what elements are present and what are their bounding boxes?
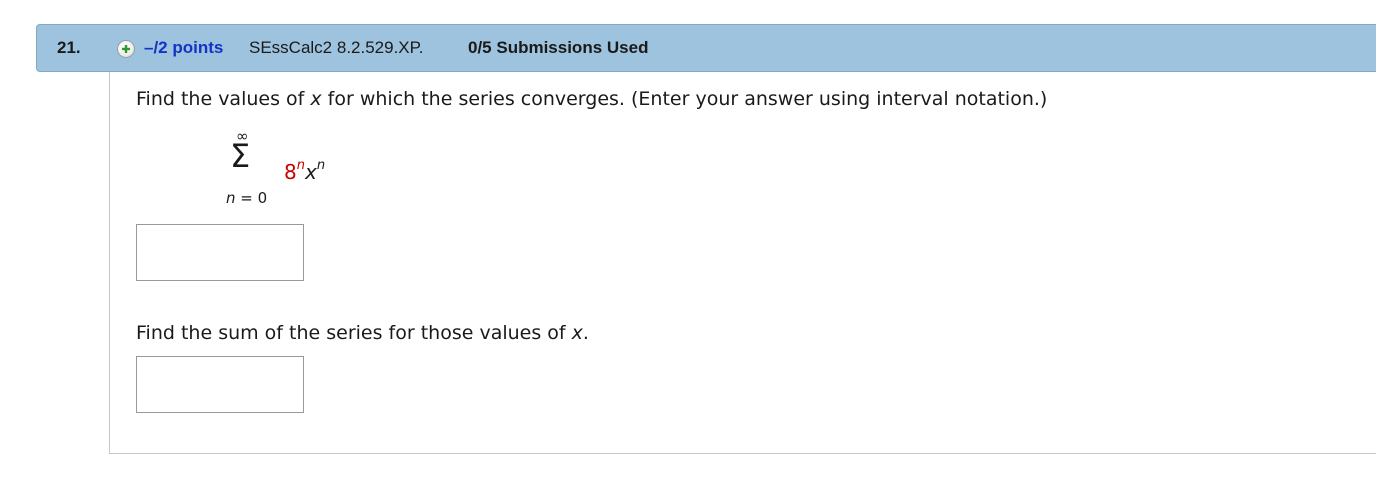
question-number: 21. bbox=[57, 38, 81, 57]
plus-circle-icon[interactable] bbox=[117, 40, 135, 58]
series-term: 8nxn bbox=[284, 158, 326, 184]
sum-lower-limit: n = 0 bbox=[226, 189, 268, 207]
question-prompt-sum: Find the sum of the series for those val… bbox=[136, 322, 589, 344]
term-variable-exponent: n bbox=[316, 158, 326, 174]
sum-answer-input[interactable] bbox=[136, 356, 304, 413]
question-header: 21. –/2 points SEssCalc2 8.2.529.XP. 0/5… bbox=[36, 24, 1376, 72]
term-base: 8 bbox=[284, 160, 297, 184]
variable-x: x bbox=[571, 322, 583, 344]
question-prompt-interval: Find the values of x for which the serie… bbox=[136, 88, 1048, 110]
points-link[interactable]: –/2 points bbox=[144, 38, 223, 58]
variable-x: x bbox=[310, 88, 322, 110]
question-body: Find the values of x for which the serie… bbox=[109, 72, 1376, 454]
interval-answer-input[interactable] bbox=[136, 224, 304, 281]
summation-sign: Σ bbox=[230, 137, 251, 175]
term-variable: x bbox=[304, 160, 317, 184]
term-base-exponent: n bbox=[296, 158, 305, 174]
question-source: SEssCalc2 8.2.529.XP. bbox=[249, 38, 424, 57]
submissions-used: 0/5 Submissions Used bbox=[468, 38, 649, 57]
